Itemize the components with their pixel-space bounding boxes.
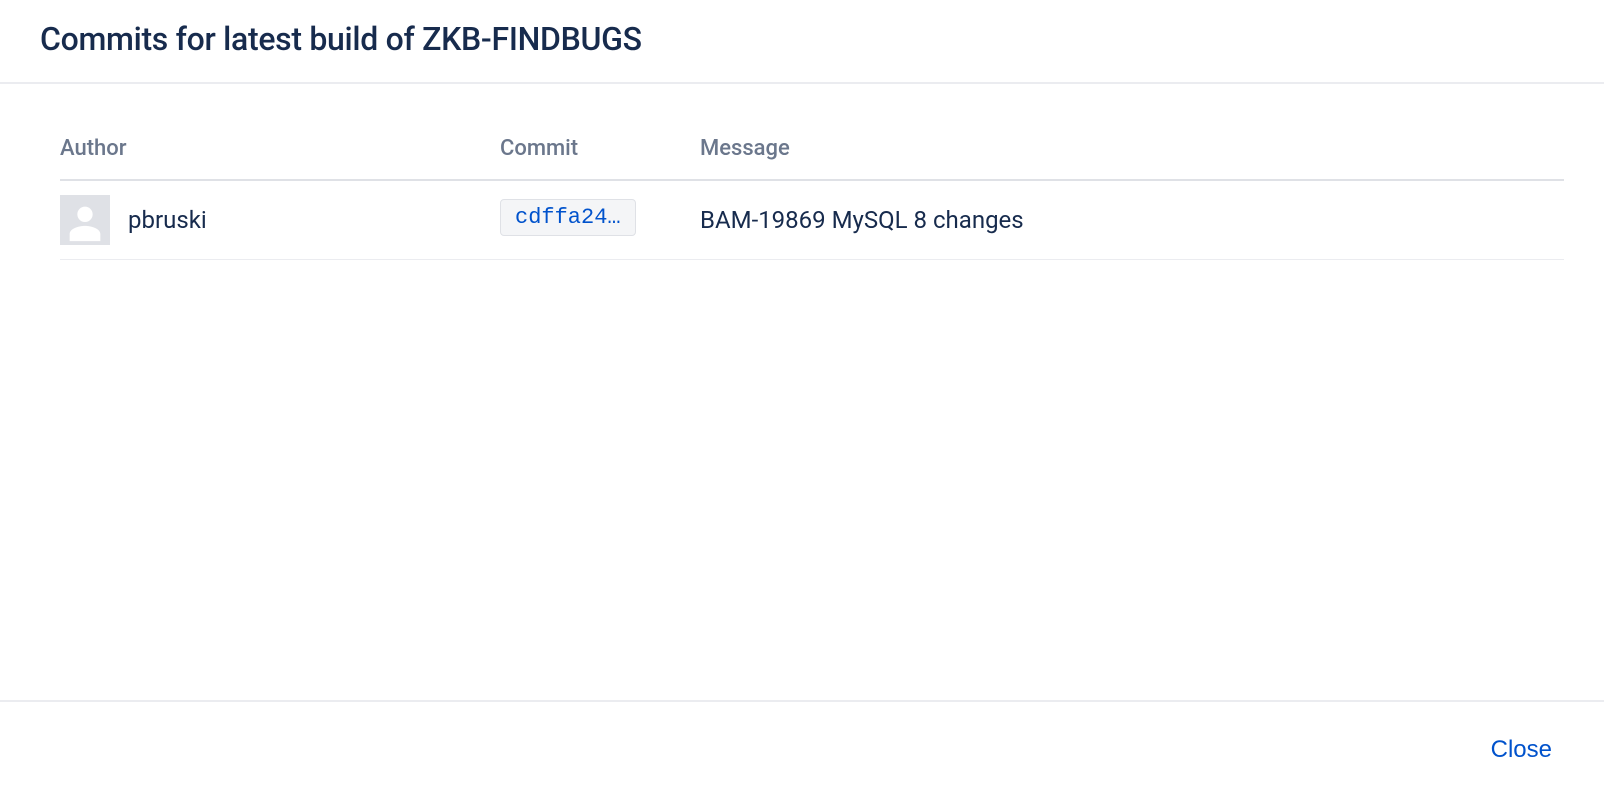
table-row: pbruski cdffa24… BAM-19869 MySQL 8 chang… — [60, 180, 1564, 260]
author-name: pbruski — [128, 206, 207, 234]
dialog-footer: Close — [0, 700, 1604, 798]
table-header-author: Author — [60, 124, 500, 180]
avatar — [60, 195, 110, 245]
author-cell: pbruski — [60, 180, 500, 260]
user-icon — [62, 199, 108, 245]
close-button[interactable]: Close — [1479, 730, 1564, 770]
dialog-header: Commits for latest build of ZKB-FINDBUGS — [0, 0, 1604, 84]
dialog-title: Commits for latest build of ZKB-FINDBUGS — [40, 20, 1564, 58]
table-header-message: Message — [700, 124, 1564, 180]
dialog-body: Author Commit Message pbruski — [0, 84, 1604, 700]
table-header-commit: Commit — [500, 124, 700, 180]
message-cell: BAM-19869 MySQL 8 changes — [700, 180, 1564, 260]
commit-hash-link[interactable]: cdffa24… — [500, 199, 636, 236]
commits-table: Author Commit Message pbruski — [60, 124, 1564, 260]
commit-cell: cdffa24… — [500, 180, 700, 260]
